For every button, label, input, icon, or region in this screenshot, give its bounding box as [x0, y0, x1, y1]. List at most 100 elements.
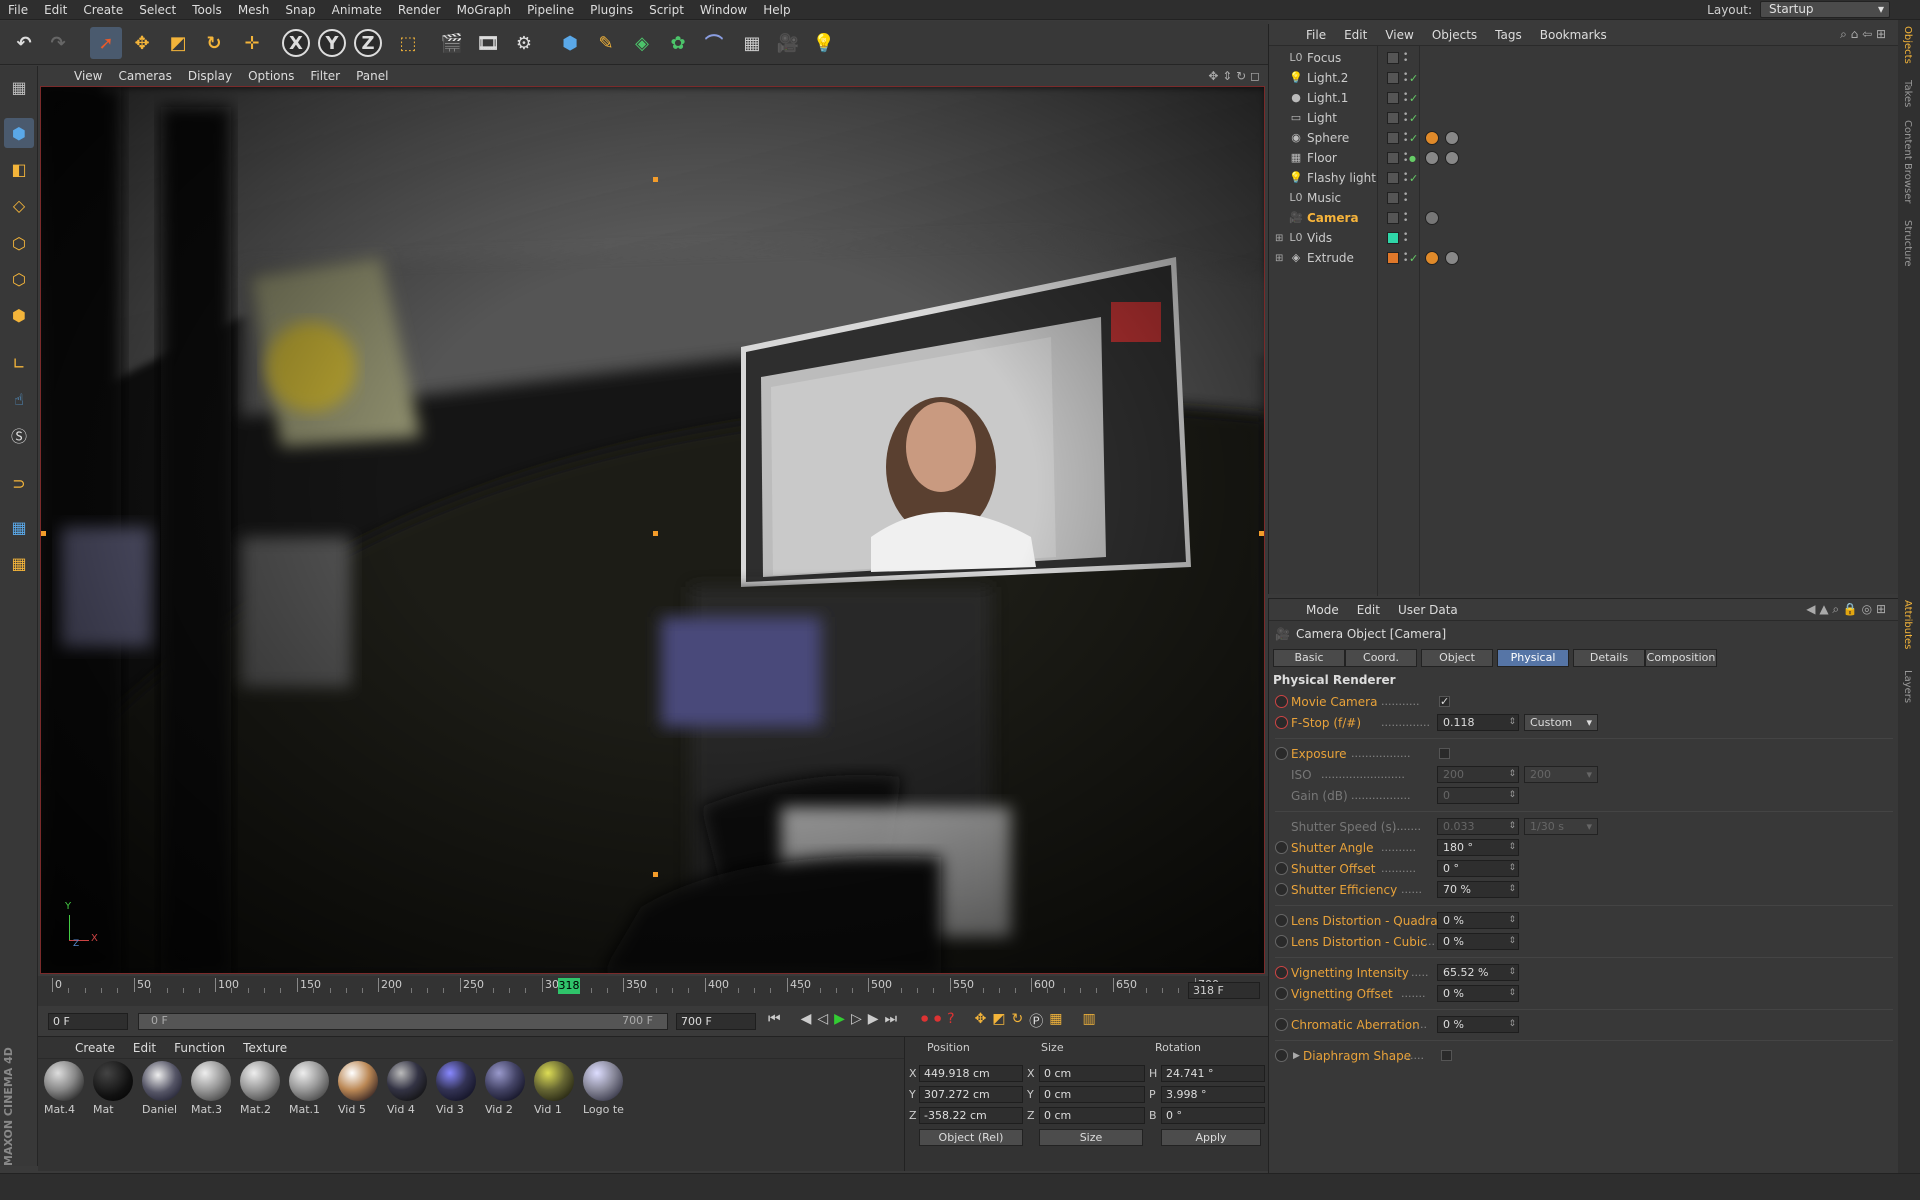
diaphragm-shape-checkbox[interactable]	[1441, 1050, 1452, 1061]
objects-menu-file[interactable]: File	[1297, 28, 1335, 42]
object-tag-icon[interactable]	[1445, 131, 1459, 145]
layer-color-swatch[interactable]	[1387, 72, 1399, 84]
menu-script[interactable]: Script	[641, 3, 692, 17]
layer-color-swatch[interactable]	[1387, 232, 1399, 244]
anim-key-icon[interactable]	[1275, 862, 1288, 875]
viewport-menu-panel[interactable]: Panel	[348, 69, 396, 83]
attr-menu-edit[interactable]: Edit	[1348, 603, 1389, 617]
lens-cubic-field[interactable]: 0 %	[1437, 933, 1519, 950]
menu-create[interactable]: Create	[75, 3, 131, 17]
next-key-icon[interactable]: ▶	[868, 1011, 879, 1031]
play-icon[interactable]: ▶	[834, 1011, 845, 1031]
start-frame-field[interactable]: 0 F	[48, 1013, 128, 1030]
camera-icon[interactable]: 🎥	[772, 27, 804, 59]
objects-search-icons[interactable]: ⌕ ⌂ ⇦ ⊞	[1840, 27, 1886, 42]
anim-key-icon[interactable]	[1275, 747, 1288, 760]
deformer-icon[interactable]: ⌒	[698, 27, 730, 59]
menu-animate[interactable]: Animate	[324, 3, 390, 17]
pen-spline-icon[interactable]: ✎	[590, 27, 622, 59]
layer-color-swatch[interactable]	[1387, 212, 1399, 224]
subdivision-icon[interactable]: ◈	[626, 27, 658, 59]
enabled-check-icon[interactable]: ✓	[1409, 112, 1418, 125]
shutter-speed-preset-dropdown[interactable]: 1/30 s	[1524, 818, 1598, 835]
render-picture-viewer-icon[interactable]: 🎞	[472, 27, 504, 59]
z-axis-lock-button[interactable]: Z	[354, 29, 382, 57]
edges-mode-icon[interactable]: ⬡	[4, 264, 34, 294]
material-swatch[interactable]: Mat.4	[42, 1059, 86, 1121]
end-frame-field[interactable]: 700 F	[676, 1013, 756, 1030]
3d-viewport[interactable]: Y X Z	[40, 86, 1265, 974]
menu-render[interactable]: Render	[390, 3, 449, 17]
workplane-icon[interactable]: ◇	[4, 190, 34, 220]
viewport-menu-display[interactable]: Display	[180, 69, 240, 83]
undo-icon[interactable]: ↶	[8, 27, 40, 59]
workplane-lock-icon[interactable]: ▦	[4, 512, 34, 542]
visibility-dots[interactable]: • •	[1403, 151, 1408, 166]
material-swatch[interactable]: Logo te	[581, 1059, 625, 1121]
key-position-icon[interactable]: ✥	[975, 1011, 987, 1031]
fstop-field[interactable]: 0.118	[1437, 714, 1519, 731]
menu-pipeline[interactable]: Pipeline	[519, 3, 582, 17]
visibility-dots[interactable]: • •	[1403, 211, 1408, 226]
anim-key-icon[interactable]	[1275, 820, 1288, 833]
objects-menu-tags[interactable]: Tags	[1486, 28, 1531, 42]
material-swatch[interactable]: Vid 3	[434, 1059, 478, 1121]
object-row[interactable]: 💡 Light.2 • • ✓	[1269, 68, 1898, 88]
next-frame-icon[interactable]: ▷	[851, 1011, 862, 1031]
menu-select[interactable]: Select	[131, 3, 184, 17]
key-rotation-icon[interactable]: ↻	[1012, 1011, 1024, 1031]
expand-triangle-icon[interactable]: ▶	[1293, 1051, 1300, 1061]
pos-x-field[interactable]: 449.918 cm	[919, 1065, 1023, 1082]
anim-key-icon[interactable]	[1275, 987, 1288, 1000]
object-tag-icon[interactable]	[1425, 151, 1439, 165]
menu-mesh[interactable]: Mesh	[230, 3, 278, 17]
material-menu-texture[interactable]: Texture	[234, 1041, 296, 1055]
visibility-dots[interactable]: • •	[1403, 191, 1408, 206]
object-row[interactable]: ⊞ ◈ Extrude • • ✓	[1269, 248, 1898, 268]
strip-tab-objects[interactable]: Objects	[1902, 26, 1913, 64]
rotate-tool-icon[interactable]: ↻	[198, 27, 230, 59]
coordinate-system-icon[interactable]: ⬚	[392, 27, 424, 59]
tab-composition[interactable]: Composition	[1645, 649, 1717, 667]
attr-nav-icons[interactable]: ◀ ▲ ⌕ 🔒 ◎ ⊞	[1806, 602, 1886, 617]
object-row[interactable]: ◉ Sphere • • ✓	[1269, 128, 1898, 148]
objects-menu-objects[interactable]: Objects	[1423, 28, 1486, 42]
key-pla-icon[interactable]: ▦	[1049, 1011, 1062, 1031]
object-row[interactable]: ▦ Floor • • ●	[1269, 148, 1898, 168]
menu-snap[interactable]: Snap	[277, 3, 323, 17]
visibility-dots[interactable]: • •	[1403, 111, 1408, 126]
anim-key-icon[interactable]	[1275, 841, 1288, 854]
snap-icon[interactable]: ⊃	[4, 468, 34, 498]
iso-field[interactable]: 200	[1437, 766, 1519, 783]
apply-button[interactable]: Apply	[1161, 1129, 1261, 1146]
texture-mode-icon[interactable]: ◧	[4, 154, 34, 184]
keyframe-selection-icon[interactable]: ?	[947, 1011, 954, 1031]
attr-menu-userdata[interactable]: User Data	[1389, 603, 1467, 617]
viewport-menu-view[interactable]: View	[66, 69, 110, 83]
record-keys-icon[interactable]: ⏺	[921, 1011, 928, 1031]
size-mode-dropdown[interactable]: Size	[1039, 1129, 1143, 1146]
axis-mode-icon[interactable]: ∟	[4, 348, 34, 378]
object-tag-icon[interactable]	[1445, 251, 1459, 265]
menu-plugins[interactable]: Plugins	[582, 3, 641, 17]
key-param-icon[interactable]: Ⓟ	[1029, 1011, 1043, 1031]
pos-z-field[interactable]: -358.22 cm	[919, 1107, 1023, 1124]
menu-help[interactable]: Help	[755, 3, 798, 17]
anim-key-icon[interactable]	[1275, 1049, 1288, 1062]
tab-coord[interactable]: Coord.	[1345, 649, 1417, 667]
cloner-icon[interactable]: ✿	[662, 27, 694, 59]
size-z-field[interactable]: 0 cm	[1039, 1107, 1145, 1124]
render-settings-icon[interactable]: ⚙	[508, 27, 540, 59]
movie-camera-checkbox[interactable]: ✓	[1439, 696, 1450, 707]
enabled-check-icon[interactable]: ✓	[1409, 72, 1418, 85]
strip-tab-content-browser[interactable]: Content Browser	[1902, 120, 1913, 203]
expand-icon[interactable]: ⊞	[1275, 233, 1283, 244]
pos-y-field[interactable]: 307.272 cm	[919, 1086, 1023, 1103]
visibility-dots[interactable]: • •	[1403, 171, 1408, 186]
layer-color-swatch[interactable]	[1387, 132, 1399, 144]
enabled-check-icon[interactable]: ✓	[1409, 132, 1418, 145]
material-menu-edit[interactable]: Edit	[124, 1041, 165, 1055]
chromatic-aberration-field[interactable]: 0 %	[1437, 1016, 1519, 1033]
range-slider[interactable]: 0 F 700 F	[138, 1013, 668, 1030]
layer-color-swatch[interactable]	[1387, 112, 1399, 124]
